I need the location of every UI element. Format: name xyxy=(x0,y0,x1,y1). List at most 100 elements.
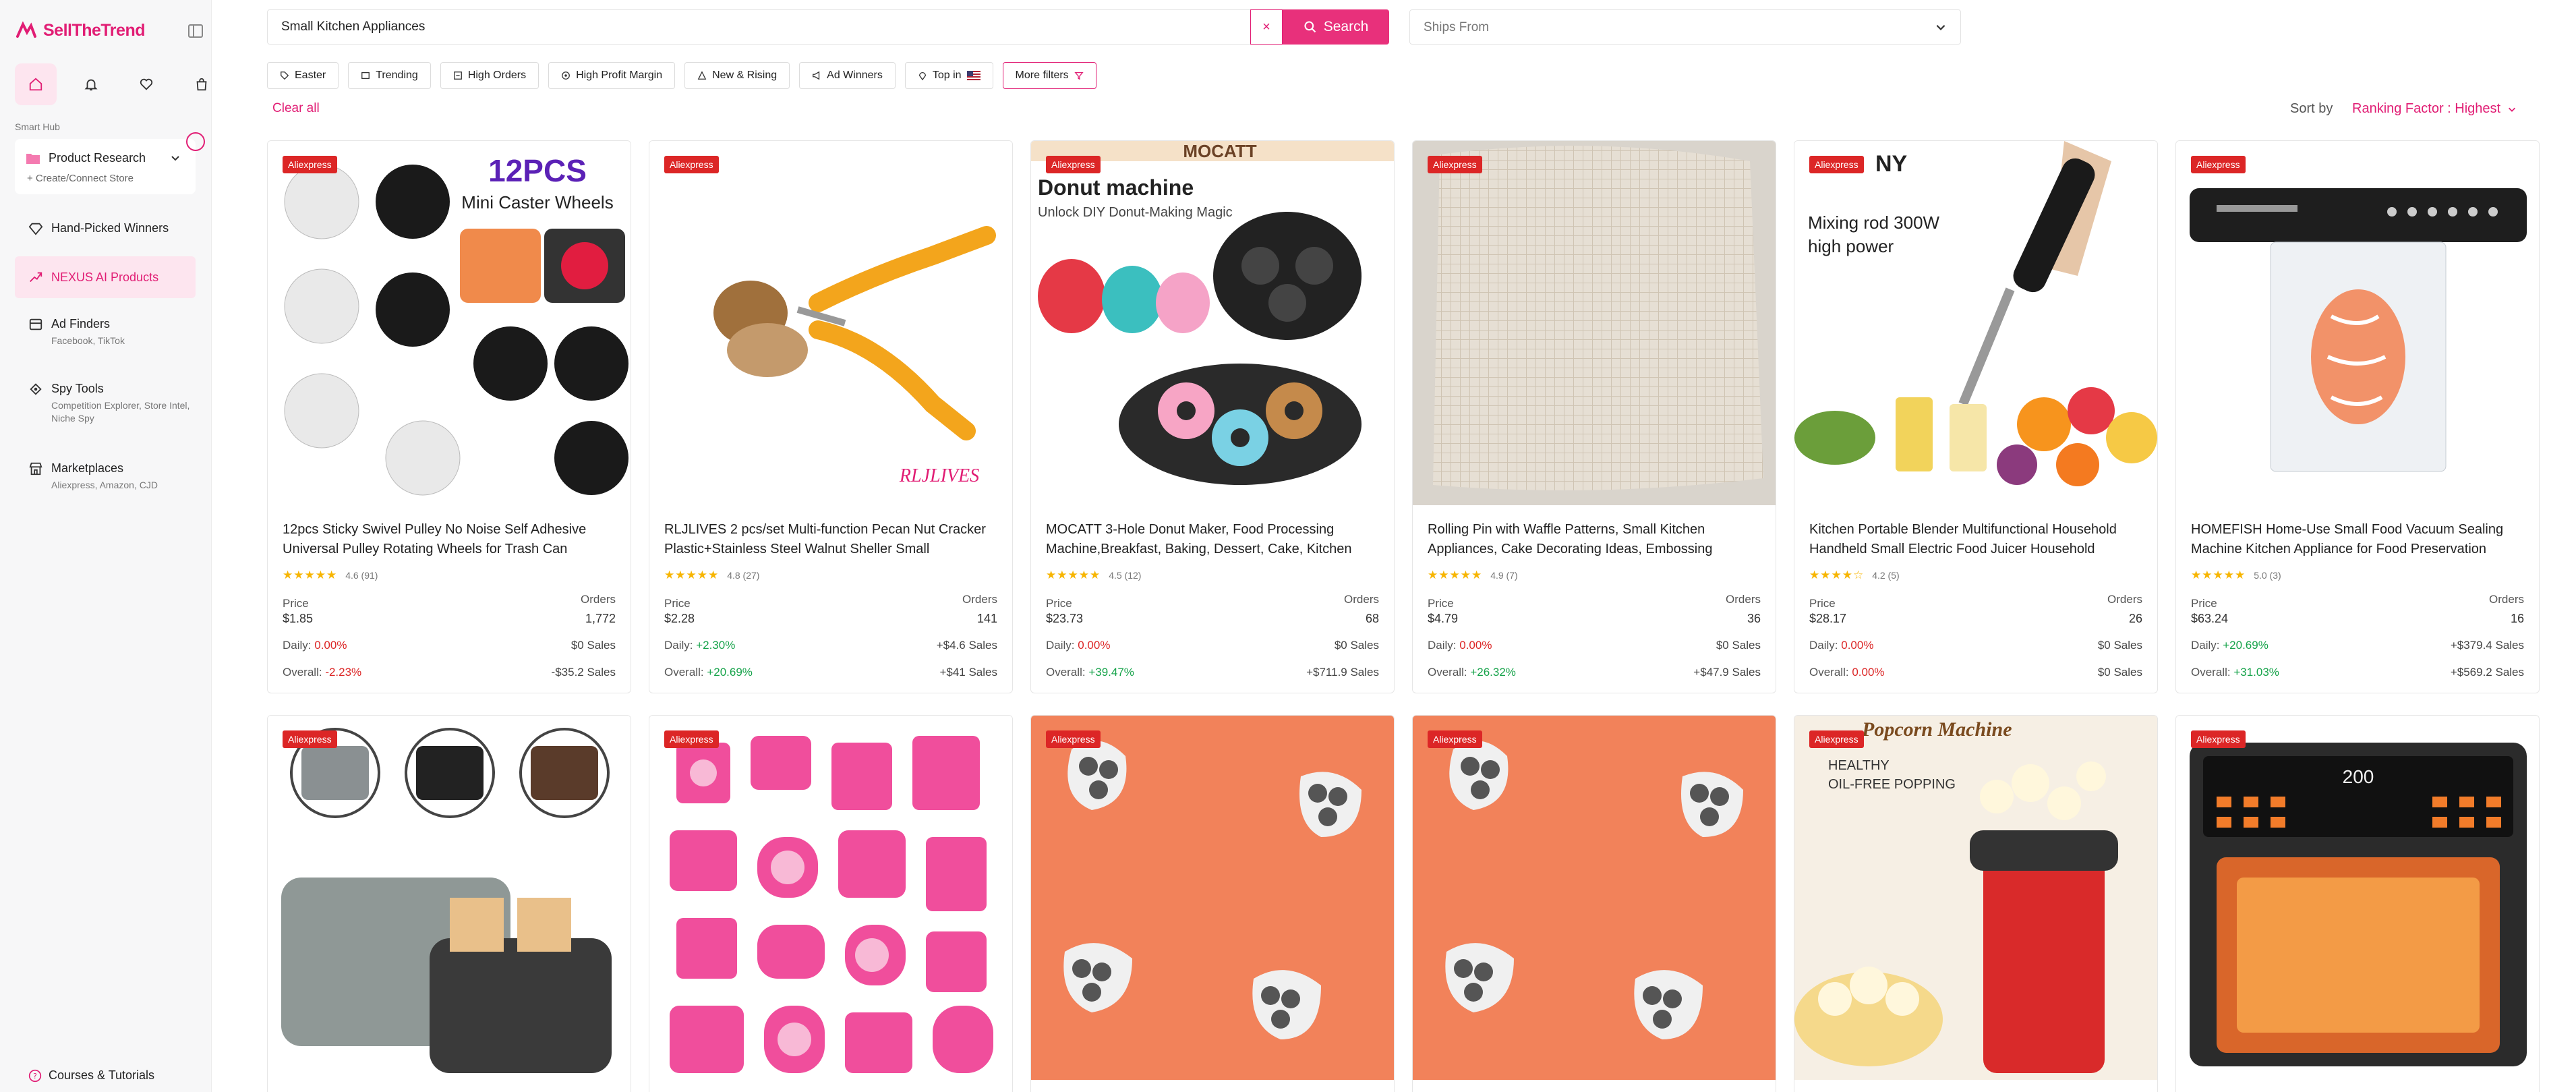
sort-select[interactable]: Ranking Factor : Highest xyxy=(2352,101,2517,117)
favorites-button[interactable] xyxy=(125,63,167,105)
source-badge: Aliexpress xyxy=(283,156,337,173)
price-value: $2.28 xyxy=(664,612,695,625)
product-card[interactable]: Aliexpress xyxy=(267,715,631,1092)
product-card[interactable]: MOCATT Donut machine Unlock DIY Donut-Ma… xyxy=(1030,140,1395,693)
product-title[interactable]: HOMEFISH Home-Use Small Food Vacuum Seal… xyxy=(2191,520,2528,559)
product-card[interactable]: Aliexpress Rolling Pin with Waffle Patte… xyxy=(1412,140,1776,693)
search-icon xyxy=(1304,21,1316,33)
daily-sales: +$379.4 Sales xyxy=(2450,639,2524,652)
ad-icon xyxy=(29,318,42,331)
product-card[interactable]: NY Mixing rod 300W high power Aliexpress… xyxy=(1794,140,2158,693)
overall-value: +39.47% xyxy=(1088,666,1134,679)
product-title[interactable]: RLJLIVES 2 pcs/set Multi-function Pecan … xyxy=(664,520,1001,559)
courses-link[interactable]: ? Courses & Tutorials xyxy=(28,1068,154,1083)
product-image-art xyxy=(2176,141,2539,505)
product-card[interactable]: Aliexpress HOMEFISH Home-Use Small Food … xyxy=(2175,140,2540,693)
image-subheading: Unlock DIY Donut-Making Magic xyxy=(1038,205,1233,220)
product-image[interactable]: Popcorn Machine HEALTHY OIL-FREE POPPING xyxy=(1794,716,2157,1080)
product-image[interactable] xyxy=(649,716,1012,1080)
product-rating: ★★★★★ 4.9 (7) xyxy=(1428,569,1518,582)
create-store-link[interactable]: + Create/Connect Store xyxy=(27,173,134,184)
rating-text: 4.6 (91) xyxy=(345,570,378,581)
filter-high-orders[interactable]: High Orders xyxy=(440,62,539,89)
image-subheading: HEALTHY xyxy=(1828,758,1890,773)
product-card[interactable]: 200 Aliexpress xyxy=(2175,715,2540,1092)
logo[interactable]: SellTheTrend xyxy=(15,19,145,42)
daily-sales: $0 Sales xyxy=(2097,639,2142,652)
rating-text: 4.2 (5) xyxy=(1872,570,1900,581)
image-watermark: RLJLIVES xyxy=(899,465,979,486)
product-card[interactable]: RLJLIVES Aliexpress RLJLIVES 2 pcs/set M… xyxy=(649,140,1013,693)
product-image[interactable]: 200 xyxy=(2176,716,2539,1080)
product-image[interactable]: 12PCS Mini Caster Wheels xyxy=(268,141,631,505)
filter-label: Ad Winners xyxy=(827,69,883,81)
collapse-sidebar-icon[interactable] xyxy=(187,23,204,39)
chevron-down-icon[interactable] xyxy=(170,152,181,163)
notifications-button[interactable] xyxy=(70,63,112,105)
search-button[interactable]: Search xyxy=(1283,9,1389,45)
product-rating: ★★★★★ 4.8 (27) xyxy=(664,569,759,582)
product-title[interactable]: Kitchen Portable Blender Multifunctional… xyxy=(1809,520,2146,559)
search-value: Small Kitchen Appliances xyxy=(281,20,426,34)
product-image[interactable] xyxy=(1413,141,1776,505)
filter-label: Top in xyxy=(932,69,962,81)
price-label: Price xyxy=(664,597,691,610)
sidebar-item-marketplaces[interactable]: Marketplaces Aliexpress, Amazon, CJD xyxy=(15,461,196,492)
product-title[interactable]: 12pcs Sticky Swivel Pulley No Noise Self… xyxy=(283,520,620,559)
overall-value: 0.00% xyxy=(1852,666,1885,679)
filter-easter[interactable]: Easter xyxy=(267,62,339,89)
product-image[interactable]: RLJLIVES xyxy=(649,141,1012,505)
daily-change: Daily: 0.00% xyxy=(1809,639,1873,652)
ad-finders-label: Ad Finders xyxy=(51,317,111,331)
product-image[interactable]: NY Mixing rod 300W high power xyxy=(1794,141,2157,505)
home-button[interactable] xyxy=(15,63,57,105)
marketplaces-label: Marketplaces xyxy=(51,461,124,475)
clear-search-button[interactable]: × xyxy=(1250,9,1283,45)
product-rating: ★★★★★ 4.6 (91) xyxy=(283,569,378,582)
profit-icon xyxy=(562,71,570,80)
product-card[interactable]: Popcorn Machine HEALTHY OIL-FREE POPPING… xyxy=(1794,715,2158,1092)
search-button-label: Search xyxy=(1323,19,1369,34)
source-badge: Aliexpress xyxy=(664,730,719,748)
product-image[interactable] xyxy=(2176,141,2539,505)
sidebar-item-hand-picked[interactable]: Hand-Picked Winners xyxy=(15,221,196,236)
product-title[interactable]: Rolling Pin with Waffle Patterns, Small … xyxy=(1428,520,1765,559)
ships-from-select[interactable]: Ships From xyxy=(1409,9,1961,45)
product-image[interactable] xyxy=(1031,716,1394,1080)
image-subheading-2: OIL-FREE POPPING xyxy=(1828,777,1956,792)
chevron-down-icon xyxy=(2509,107,2516,112)
product-image[interactable] xyxy=(268,716,631,1080)
orders-value: 1,772 xyxy=(585,612,616,625)
filter-new-rising[interactable]: New & Rising xyxy=(684,62,790,89)
filter-ad-winners[interactable]: Ad Winners xyxy=(799,62,896,89)
filter-trending[interactable]: Trending xyxy=(348,62,431,89)
product-research-menu[interactable]: Product Research + Create/Connect Store xyxy=(15,139,196,194)
sidebar-item-ad-finders[interactable]: Ad Finders Facebook, TikTok xyxy=(15,317,196,347)
source-badge: Aliexpress xyxy=(1428,156,1482,173)
product-card[interactable]: Aliexpress xyxy=(1412,715,1776,1092)
sidebar-item-nexus[interactable]: NEXUS AI Products xyxy=(15,256,196,298)
product-title[interactable]: MOCATT 3-Hole Donut Maker, Food Processi… xyxy=(1046,520,1383,559)
stars-icon: ★★★★★ xyxy=(1428,569,1483,581)
store-button[interactable] xyxy=(181,63,223,105)
overall-sales: -$35.2 Sales xyxy=(551,666,616,679)
clear-all-link[interactable]: Clear all xyxy=(272,101,320,116)
rating-text: 4.5 (12) xyxy=(1109,570,1142,581)
product-card[interactable]: 12PCS Mini Caster Wheels Aliexpress 12pc… xyxy=(267,140,631,693)
heart-icon xyxy=(140,78,153,90)
sidebar-item-spy-tools[interactable]: Spy Tools Competition Explorer, Store In… xyxy=(15,382,196,425)
product-image-art: 200 xyxy=(2176,716,2539,1080)
more-filters-button[interactable]: More filters xyxy=(1002,62,1096,89)
overall-label: Overall: xyxy=(1809,666,1849,679)
sort-by-label: Sort by xyxy=(2290,101,2333,116)
product-card[interactable]: Aliexpress xyxy=(1030,715,1395,1092)
daily-value: 0.00% xyxy=(1459,639,1492,652)
product-image[interactable] xyxy=(1413,716,1776,1080)
source-badge: Aliexpress xyxy=(1809,156,1864,173)
ad-finders-sub: Facebook, TikTok xyxy=(51,335,125,346)
product-image[interactable]: MOCATT Donut machine Unlock DIY Donut-Ma… xyxy=(1031,141,1394,505)
filter-high-profit[interactable]: High Profit Margin xyxy=(548,62,676,89)
product-card[interactable]: Aliexpress xyxy=(649,715,1013,1092)
search-input[interactable]: Small Kitchen Appliances xyxy=(267,9,1253,45)
filter-top-in[interactable]: Top in xyxy=(904,62,993,89)
